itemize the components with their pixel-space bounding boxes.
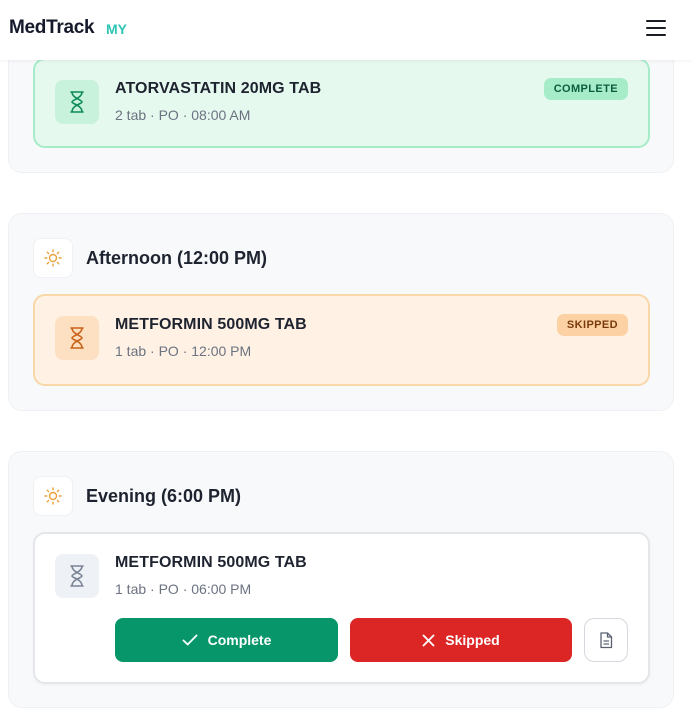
hourglass-icon xyxy=(55,80,99,124)
medication-name: METFORMIN 500MG TAB xyxy=(115,554,307,571)
close-icon xyxy=(422,634,435,646)
complete-button[interactable]: Complete xyxy=(115,618,338,662)
medication-name: ATORVASTATIN 20MG TAB xyxy=(115,80,322,97)
medication-card-metformin-evening: METFORMIN 500MG TAB 1 tab · PO · 06:00 P… xyxy=(33,532,650,684)
medication-detail: 1 tab · PO · 12:00 PM xyxy=(115,343,252,359)
evening-section: Evening (6:00 PM) METFORMIN 500MG TAB 1 … xyxy=(8,451,674,708)
section-header: Evening (6:00 PM) xyxy=(33,476,241,516)
document-icon xyxy=(600,631,613,648)
section-title: Evening (6:00 PM) xyxy=(86,485,242,506)
sun-icon xyxy=(33,238,73,278)
section-title: Afternoon (12:00 PM) xyxy=(86,247,268,268)
status-badge: COMPLETE xyxy=(543,78,628,100)
brand-region-tag: MY xyxy=(106,21,127,37)
complete-button-label: Complete xyxy=(207,632,272,648)
hamburger-menu-icon[interactable] xyxy=(645,18,667,38)
skipped-button[interactable]: Skipped xyxy=(350,618,572,662)
hourglass-icon xyxy=(55,554,99,598)
check-icon xyxy=(182,634,197,646)
medication-card-atorvastatin[interactable]: ATORVASTATIN 20MG TAB 2 tab · PO · 08:00… xyxy=(33,58,650,148)
medication-card-metformin-noon[interactable]: METFORMIN 500MG TAB 1 tab · PO · 12:00 P… xyxy=(33,294,650,386)
medication-detail: 2 tab · PO · 08:00 AM xyxy=(115,107,251,123)
app-header: MedTrack MY xyxy=(0,0,693,60)
section-header: Afternoon (12:00 PM) xyxy=(33,238,267,278)
afternoon-section: Afternoon (12:00 PM) METFORMIN 500MG TAB… xyxy=(8,213,674,411)
add-note-button[interactable] xyxy=(584,618,628,662)
medication-detail: 1 tab · PO · 06:00 PM xyxy=(115,581,252,597)
skipped-button-label: Skipped xyxy=(445,632,500,648)
status-badge: SKIPPED xyxy=(556,314,628,336)
brand-logo: MedTrack xyxy=(9,17,95,38)
medication-name: METFORMIN 500MG TAB xyxy=(115,316,307,333)
sun-icon xyxy=(33,476,73,516)
hourglass-icon xyxy=(55,316,99,360)
